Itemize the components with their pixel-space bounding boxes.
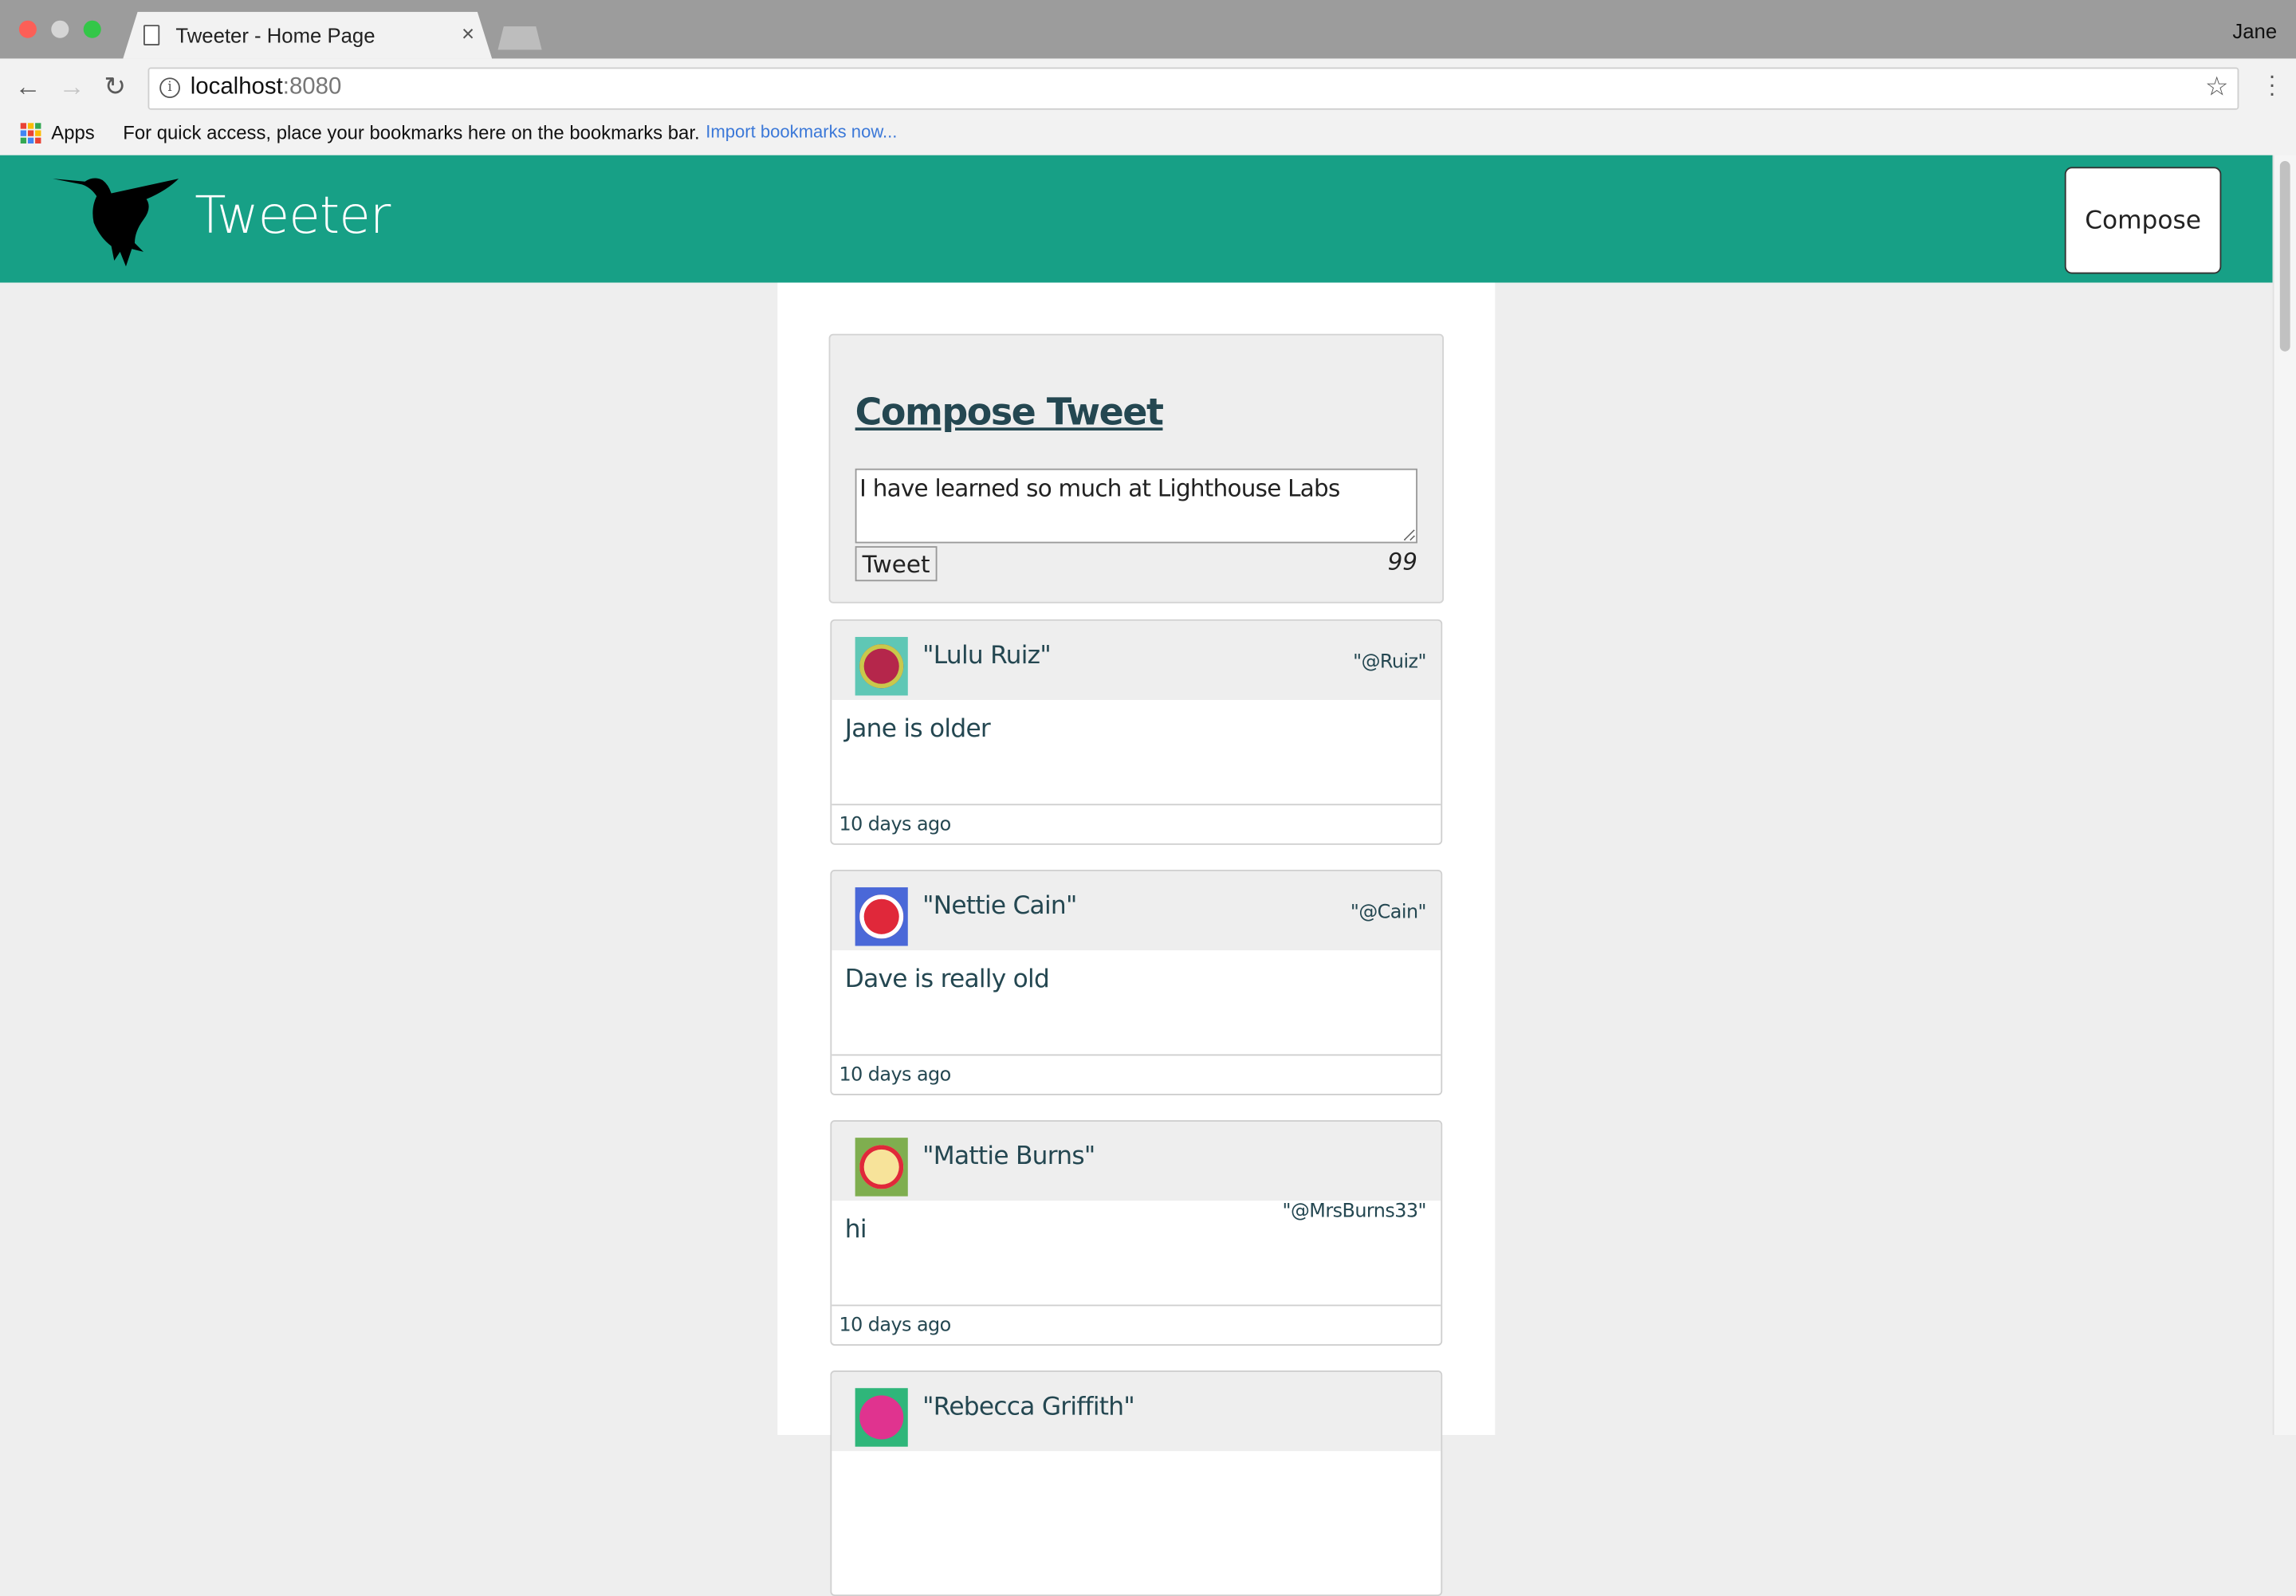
avatar: [855, 1138, 908, 1197]
tab-title: Tweeter - Home Page: [175, 23, 375, 47]
tweet-header: "Mattie Burns": [832, 1121, 1441, 1201]
url-port: :8080: [282, 74, 342, 100]
tweet-header: "Lulu Ruiz" "@Ruiz": [832, 620, 1441, 700]
url-host: localhost: [190, 74, 283, 100]
avatar: [855, 1388, 908, 1447]
close-icon[interactable]: ×: [462, 22, 474, 47]
tweet-card: "Mattie Burns" "@MrsBurns33" hi 10 days …: [830, 1120, 1443, 1346]
browser-tab[interactable]: Tweeter - Home Page ×: [123, 11, 493, 59]
document-icon: [144, 25, 160, 45]
tweet-timestamp: 10 days ago: [839, 814, 951, 836]
tweet-header: "Rebecca Griffith": [832, 1372, 1441, 1452]
tweet-author-name: "Rebecca Griffith": [922, 1392, 1135, 1422]
avatar-face-icon: [859, 1395, 904, 1440]
tweet-footer: 10 days ago: [832, 804, 1441, 843]
tweet-author-handle: "@Ruiz": [1353, 651, 1426, 674]
tweet-card: "Nettie Cain" "@Cain" Dave is really old…: [830, 870, 1443, 1095]
tweet-author-name: "Nettie Cain": [922, 891, 1077, 922]
hummingbird-logo-icon: [53, 178, 179, 267]
compose-heading: Compose Tweet: [855, 391, 1164, 434]
address-bar[interactable]: i localhost:8080 ☆: [147, 67, 2239, 110]
avatar: [855, 636, 908, 696]
bookmarks-hint: For quick access, place your bookmarks h…: [123, 121, 700, 143]
apps-grid-icon[interactable]: [20, 123, 41, 143]
tweet-textarea[interactable]: I have learned so much at Lighthouse Lab…: [855, 468, 1417, 544]
info-icon[interactable]: i: [159, 77, 180, 99]
tweet-author-name: "Mattie Burns": [922, 1142, 1095, 1172]
bookmark-star-icon[interactable]: ☆: [2205, 72, 2229, 103]
tweet-card: "Lulu Ruiz" "@Ruiz" Jane is older 10 day…: [830, 619, 1443, 845]
maximize-window-button[interactable]: [83, 20, 101, 38]
avatar-face-icon: [859, 644, 904, 689]
bookmarks-bar: Apps For quick access, place your bookma…: [0, 116, 2296, 155]
tweet-header: "Nettie Cain" "@Cain": [832, 871, 1441, 951]
tweet-content: hi: [844, 1215, 867, 1245]
scrollbar-thumb[interactable]: [2279, 161, 2290, 352]
tweet-submit-button[interactable]: Tweet: [855, 546, 938, 582]
tweet-footer: 10 days ago: [832, 1304, 1441, 1345]
url-text[interactable]: localhost:8080: [191, 75, 342, 101]
close-window-button[interactable]: [18, 20, 37, 38]
compose-panel: Compose Tweet I have learned so much at …: [828, 333, 1445, 603]
browser-menu-icon[interactable]: · · ·: [2268, 65, 2276, 106]
forward-arrow-icon[interactable]: →: [58, 72, 85, 103]
character-counter: 99: [1387, 547, 1417, 576]
tweet-author-handle: "@Cain": [1350, 902, 1427, 924]
reload-icon[interactable]: ↻: [104, 72, 126, 103]
title-bar: Tweeter - Home Page × Jane: [0, 0, 2296, 59]
back-arrow-icon[interactable]: ←: [14, 72, 41, 103]
tweet-content: Jane is older: [844, 714, 991, 745]
tweet-timestamp: 10 days ago: [839, 1064, 951, 1087]
page-scrollbar[interactable]: [2272, 155, 2296, 1436]
avatar-face-icon: [859, 1145, 904, 1189]
new-tab-button[interactable]: [497, 26, 542, 50]
tweet-content: Dave is really old: [844, 965, 1050, 995]
apps-shortcut[interactable]: Apps: [51, 121, 94, 143]
browser-window: Tweeter - Home Page × Jane ← → ↻ i local…: [0, 0, 2296, 1596]
tweet-footer: 10 days ago: [832, 1054, 1441, 1094]
profile-name[interactable]: Jane: [2232, 19, 2277, 42]
tweet-author-handle: "@MrsBurns33": [1282, 1201, 1427, 1223]
main-container: Compose Tweet I have learned so much at …: [777, 282, 1496, 1596]
avatar: [855, 887, 908, 946]
browser-toolbar: ← → ↻ i localhost:8080 ☆ · · ·: [0, 58, 2296, 117]
tweet-timestamp: 10 days ago: [839, 1315, 951, 1337]
brand-title: Tweeter: [195, 187, 391, 246]
compose-toggle-button[interactable]: Compose: [2064, 167, 2222, 274]
avatar-face-icon: [859, 894, 904, 939]
tweet-card: "Rebecca Griffith": [830, 1370, 1443, 1596]
import-bookmarks-link[interactable]: Import bookmarks now...: [706, 121, 897, 142]
site-header: Tweeter Compose: [0, 155, 2273, 283]
tweet-author-name: "Lulu Ruiz": [922, 641, 1052, 671]
minimize-window-button[interactable]: [51, 20, 69, 38]
